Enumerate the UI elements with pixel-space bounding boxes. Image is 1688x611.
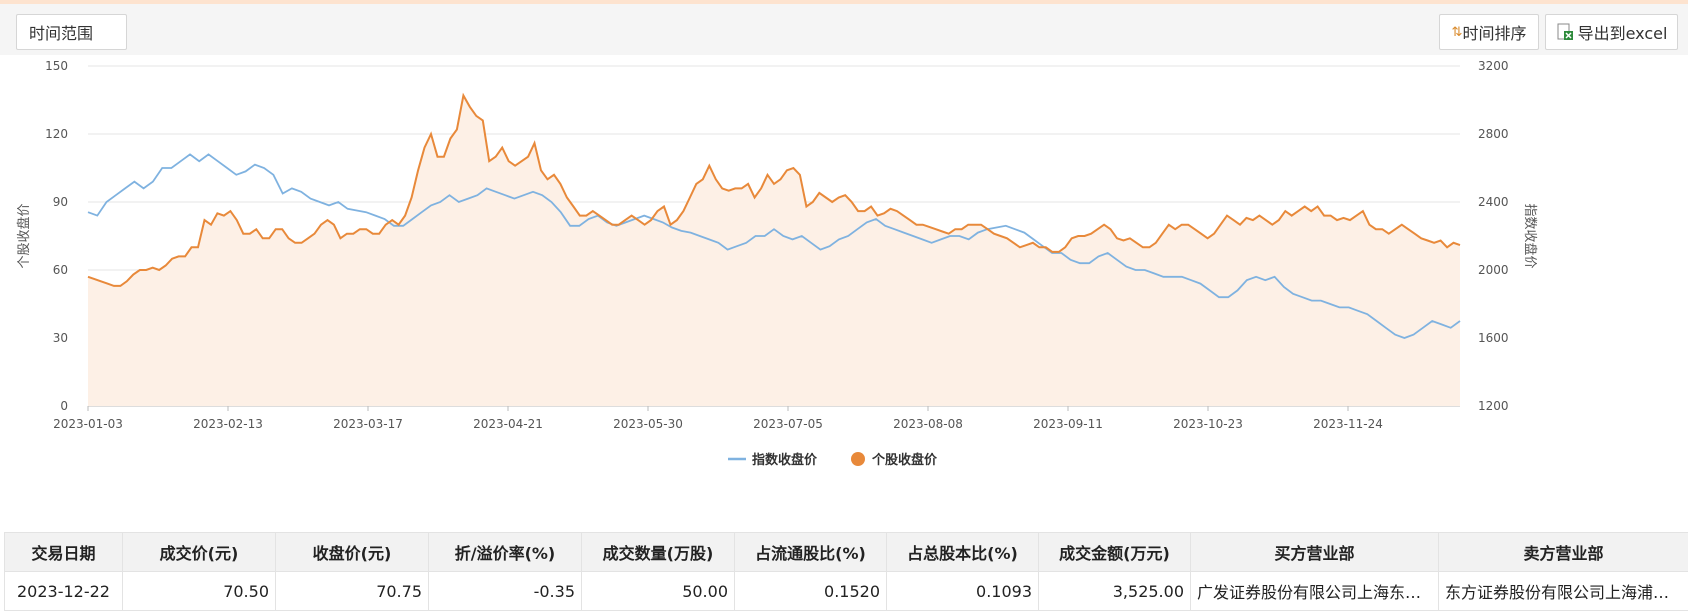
stock-area [88, 96, 1460, 407]
cell-seller[interactable]: 东方证券股份有限公司上海浦东新区证券营业部 [1439, 572, 1688, 611]
right-tick-label: 1600 [1478, 331, 1509, 345]
x-tick-label: 2023-05-30 [613, 417, 683, 431]
time-range-label: 时间范围 [29, 20, 93, 44]
right-tick-label: 2800 [1478, 127, 1509, 141]
left-axis-title: 个股收盘价 [16, 203, 32, 268]
x-tick-label: 2023-08-08 [893, 417, 963, 431]
cell-amount: 3,525.00 [1039, 572, 1191, 611]
x-tick-label: 2023-04-21 [473, 417, 543, 431]
cell-premium-rate: -0.35 [429, 572, 582, 611]
header-premium-rate[interactable]: 折/溢价率(%) [429, 533, 582, 572]
table-header-row: 交易日期 成交价(元) 收盘价(元) 折/溢价率(%) 成交数量(万股) 占流通… [5, 533, 1688, 572]
cell-volume: 50.00 [582, 572, 735, 611]
header-total-ratio[interactable]: 占总股本比(%) [887, 533, 1039, 572]
left-tick-label: 120 [45, 127, 68, 141]
sort-arrows-icon: ⇅ [1452, 25, 1461, 40]
x-tick-label: 2023-07-05 [753, 417, 823, 431]
price-chart: 0 1200 30 1600 60 2000 90 2400 120 2800 150 3200 个股收… [0, 55, 1688, 525]
export-excel-label: 导出到excel [1578, 20, 1668, 44]
header-float-ratio[interactable]: 占流通股比(%) [735, 533, 887, 572]
price-chart-svg: 0 1200 30 1600 60 2000 90 2400 120 2800 150 3200 个股收… [0, 55, 1688, 525]
header-close-price[interactable]: 收盘价(元) [276, 533, 429, 572]
export-excel-button[interactable]: 导出到excel [1545, 14, 1678, 50]
right-tick-label: 2000 [1478, 263, 1509, 277]
legend-stock-swatch [851, 452, 865, 466]
header-volume[interactable]: 成交数量(万股) [582, 533, 735, 572]
header-buyer[interactable]: 买方营业部 [1191, 533, 1439, 572]
cell-buyer[interactable]: 广发证券股份有限公司上海东方路证券营业部 [1191, 572, 1439, 611]
left-tick-label: 60 [53, 263, 68, 277]
cell-float-ratio: 0.1520 [735, 572, 887, 611]
cell-deal-price: 70.50 [123, 572, 276, 611]
cell-total-ratio: 0.1093 [887, 572, 1039, 611]
time-sort-button[interactable]: ⇅ 时间排序 [1439, 14, 1539, 50]
right-tick-label: 2400 [1478, 195, 1509, 209]
right-tick-label: 3200 [1478, 59, 1509, 73]
block-trade-table: 交易日期 成交价(元) 收盘价(元) 折/溢价率(%) 成交数量(万股) 占流通… [4, 532, 1688, 611]
time-range-button[interactable]: 时间范围 [16, 14, 127, 50]
right-axis-title: 指数收盘价 [1522, 203, 1538, 268]
left-tick-label: 30 [53, 331, 68, 345]
left-tick-label: 0 [60, 399, 68, 413]
x-tick-label: 2023-03-17 [333, 417, 403, 431]
legend-index-label: 指数收盘价 [752, 452, 818, 468]
x-tick-label: 2023-10-23 [1173, 417, 1243, 431]
right-tick-label: 1200 [1478, 399, 1509, 413]
cell-close-price: 70.75 [276, 572, 429, 611]
left-tick-label: 150 [45, 59, 68, 73]
header-amount[interactable]: 成交金额(万元) [1039, 533, 1191, 572]
excel-export-icon [1556, 23, 1574, 41]
toolbar: 时间范围 ⇅ 时间排序 导出到excel [0, 0, 1688, 55]
x-tick-label: 2023-01-03 [53, 417, 123, 431]
table-row: 2023-12-22 70.50 70.75 -0.35 50.00 0.152… [5, 572, 1688, 611]
header-trade-date[interactable]: 交易日期 [5, 533, 123, 572]
x-tick-label: 2023-11-24 [1313, 417, 1383, 431]
legend-stock-label: 个股收盘价 [871, 452, 938, 468]
left-tick-label: 90 [53, 195, 68, 209]
header-deal-price[interactable]: 成交价(元) [123, 533, 276, 572]
x-tick-label: 2023-09-11 [1033, 417, 1103, 431]
x-tick-label: 2023-02-13 [193, 417, 263, 431]
time-sort-label: 时间排序 [1462, 20, 1526, 44]
header-seller[interactable]: 卖方营业部 [1439, 533, 1688, 572]
cell-trade-date: 2023-12-22 [5, 572, 123, 611]
